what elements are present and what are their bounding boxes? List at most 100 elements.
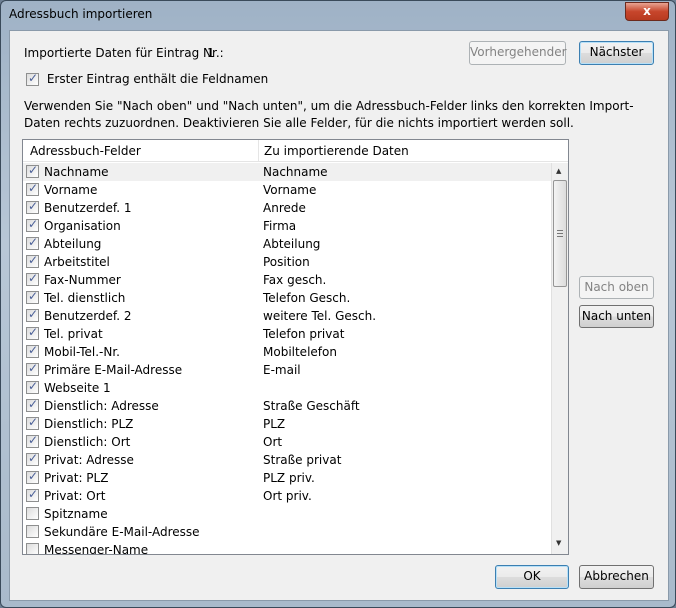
address-field: Webseite 1 <box>44 381 111 395</box>
row-checkbox[interactable] <box>26 543 39 554</box>
import-data: Fax gesch. <box>263 273 327 287</box>
address-field: Organisation <box>44 219 121 233</box>
list-row[interactable]: Mobil-Tel.-Nr. Mobiltelefon <box>23 343 551 361</box>
import-data: Abteilung <box>263 237 321 251</box>
row-checkbox[interactable] <box>26 361 39 376</box>
import-data: Position <box>263 255 310 269</box>
list-row[interactable]: Fax-Nummer Fax gesch. <box>23 271 551 289</box>
row-checkbox[interactable] <box>26 307 39 322</box>
row-checkbox[interactable] <box>26 451 39 466</box>
list-row[interactable]: Benutzerdef. 1 Anrede <box>23 199 551 217</box>
address-field: Mobil-Tel.-Nr. <box>44 345 120 359</box>
address-field: Spitzname <box>44 507 108 521</box>
row-checkbox[interactable] <box>26 415 39 430</box>
import-data: E-mail <box>263 363 301 377</box>
row-checkbox[interactable] <box>26 325 39 340</box>
list-row[interactable]: Benutzerdef. 2 weitere Tel. Gesch. <box>23 307 551 325</box>
list-row[interactable]: Dienstlich: PLZ PLZ <box>23 415 551 433</box>
list-row[interactable]: Spitzname <box>23 505 551 523</box>
cancel-button[interactable]: Abbrechen <box>579 565 654 589</box>
field-mapping-list[interactable]: Adressbuch-Felder Zu importierende Daten… <box>22 139 569 555</box>
first-row-field-names-label: Erster Eintrag enthält die Feldnamen <box>46 72 269 86</box>
import-data: Ort <box>263 435 283 449</box>
row-checkbox[interactable] <box>26 217 39 232</box>
import-data: Straße Geschäft <box>263 399 360 413</box>
window-title: Adressbuch importieren <box>9 7 153 21</box>
row-checkbox[interactable] <box>26 433 39 448</box>
row-checkbox[interactable] <box>26 469 39 484</box>
row-checkbox[interactable] <box>26 487 39 502</box>
list-row[interactable]: Primäre E-Mail-Adresse E-mail <box>23 361 551 379</box>
list-row[interactable]: Abteilung Abteilung <box>23 235 551 253</box>
import-data: Straße privat <box>263 453 342 467</box>
row-checkbox[interactable] <box>26 289 39 304</box>
list-row[interactable]: Sekundäre E-Mail-Adresse <box>23 523 551 541</box>
row-checkbox[interactable] <box>26 525 39 538</box>
address-field: Privat: Adresse <box>44 453 134 467</box>
address-field: Primäre E-Mail-Adresse <box>44 363 183 377</box>
list-row[interactable]: Tel. privat Telefon privat <box>23 325 551 343</box>
list-row[interactable]: Organisation Firma <box>23 217 551 235</box>
address-field: Dienstlich: Adresse <box>44 399 159 413</box>
address-field: Fax-Nummer <box>44 273 121 287</box>
list-row[interactable]: Dienstlich: Adresse Straße Geschäft <box>23 397 551 415</box>
record-number: 1 <box>207 46 215 60</box>
checkbox-icon[interactable] <box>26 71 39 86</box>
ok-button[interactable]: OK <box>495 565 569 589</box>
import-data: Ort priv. <box>263 489 312 503</box>
import-data: Vorname <box>263 183 317 197</box>
next-button[interactable]: Nächster <box>579 41 654 65</box>
row-checkbox[interactable] <box>26 379 39 394</box>
instructions-text: Verwenden Sie "Nach oben" und "Nach unte… <box>24 99 634 130</box>
list-row[interactable]: Privat: Ort Ort priv. <box>23 487 551 505</box>
vertical-scrollbar[interactable]: ▲ ▼ <box>551 163 568 554</box>
list-row[interactable]: Webseite 1 <box>23 379 551 397</box>
dialog-window: Adressbuch importieren x Importierte Dat… <box>0 0 676 608</box>
address-field: Arbeitstitel <box>44 255 110 269</box>
import-data: Firma <box>263 219 297 233</box>
import-data: Telefon Gesch. <box>263 291 351 305</box>
import-data: PLZ <box>263 417 286 431</box>
address-field: Dienstlich: Ort <box>44 435 131 449</box>
import-data: Nachname <box>263 165 328 179</box>
scrollbar-thumb[interactable] <box>553 180 567 287</box>
move-down-button[interactable]: Nach unten <box>579 305 654 328</box>
list-row[interactable]: Dienstlich: Ort Ort <box>23 433 551 451</box>
previous-button[interactable]: Vorhergehender <box>469 41 567 65</box>
address-field: Dienstlich: PLZ <box>44 417 134 431</box>
list-row[interactable]: Nachname Nachname <box>23 163 551 181</box>
address-field: Sekundäre E-Mail-Adresse <box>44 525 200 539</box>
import-data: Mobiltelefon <box>263 345 337 359</box>
column-divider[interactable] <box>258 140 259 162</box>
row-checkbox[interactable] <box>26 181 39 196</box>
move-up-button[interactable]: Nach oben <box>579 276 654 299</box>
address-field: Nachname <box>44 165 109 179</box>
column-header-import-data[interactable]: Zu importierende Daten <box>264 144 409 158</box>
address-field: Privat: Ort <box>44 489 106 503</box>
address-field: Benutzerdef. 1 <box>44 201 132 215</box>
list-row[interactable]: Arbeitstitel Position <box>23 253 551 271</box>
row-checkbox[interactable] <box>26 397 39 412</box>
close-button[interactable]: x <box>625 2 669 21</box>
row-checkbox[interactable] <box>26 343 39 358</box>
list-row[interactable]: Privat: PLZ PLZ priv. <box>23 469 551 487</box>
list-row[interactable]: Tel. dienstlich Telefon Gesch. <box>23 289 551 307</box>
address-field: Messenger-Name <box>44 543 149 555</box>
address-field: Privat: PLZ <box>44 471 109 485</box>
row-checkbox[interactable] <box>26 199 39 214</box>
dialog-body: Importierte Daten für Eintrag Nr.: 1 Vor… <box>9 30 669 601</box>
row-checkbox[interactable] <box>26 253 39 268</box>
grip-icon <box>557 230 563 237</box>
row-checkbox[interactable] <box>26 507 39 520</box>
row-checkbox[interactable] <box>26 271 39 286</box>
address-field: Vorname <box>44 183 98 197</box>
list-row[interactable]: Vorname Vorname <box>23 181 551 199</box>
first-row-field-names-checkbox[interactable]: Erster Eintrag enthält die Feldnamen <box>26 71 269 86</box>
row-checkbox[interactable] <box>26 235 39 250</box>
row-checkbox[interactable] <box>26 163 39 178</box>
scroll-down-arrow-icon[interactable]: ▼ <box>556 539 561 547</box>
column-header-address-fields[interactable]: Adressbuch-Felder <box>30 144 141 158</box>
list-row[interactable]: Messenger-Name <box>23 541 551 555</box>
list-row[interactable]: Privat: Adresse Straße privat <box>23 451 551 469</box>
scroll-up-arrow-icon[interactable]: ▲ <box>556 167 561 175</box>
